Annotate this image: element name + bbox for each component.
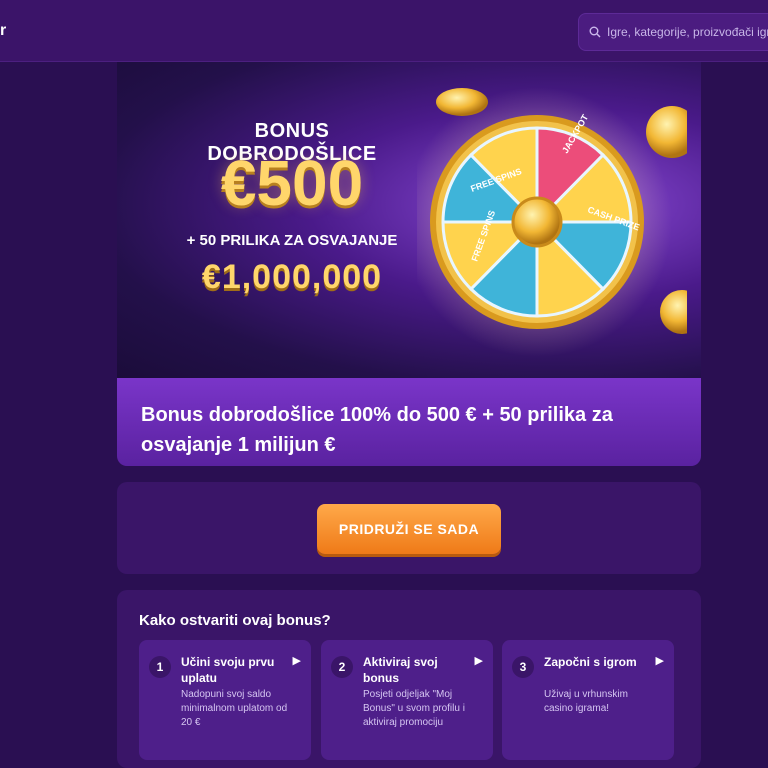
chevron-right-icon: ▶ <box>474 655 483 667</box>
step-title: Aktiviraj svoj bonus <box>363 655 438 685</box>
cta-panel: PRIDRUŽI SE SADA <box>117 482 701 574</box>
step-card-2[interactable]: 2 Aktiviraj svoj bonus Posjeti odjeljak … <box>321 640 493 760</box>
chevron-right-icon: ▶ <box>655 655 664 667</box>
search-icon <box>589 26 601 38</box>
search-input[interactable] <box>607 25 768 39</box>
step-card-1[interactable]: 1 Učini svoju prvu uplatu Nadopuni svoj … <box>139 640 311 760</box>
banner-jackpot-amount: €1,000,000 <box>201 258 383 296</box>
step-card-3[interactable]: 3 Započni s igrom Uživaj u vrhunskim cas… <box>502 640 674 760</box>
step-number: 2 <box>331 656 353 678</box>
chevron-right-icon: ▶ <box>292 655 301 667</box>
how-to-panel: Kako ostvariti ovaj bonus? 1 Učini svoju… <box>117 590 701 768</box>
gold-coin-icon <box>660 290 687 334</box>
offer-headline-panel: Bonus dobrodošlice 100% do 500 € + 50 pr… <box>117 378 701 466</box>
search-box[interactable] <box>578 13 768 51</box>
step-number: 3 <box>512 656 534 678</box>
step-description: Uživaj u vrhunskim casino igrama! <box>544 689 628 714</box>
step-title: Započni s igrom <box>544 655 637 669</box>
join-now-button[interactable]: PRIDRUŽI SE SADA <box>317 504 501 554</box>
step-description: Nadopuni svoj saldo minimalnom uplatom o… <box>181 689 288 728</box>
banner-amount: €500 <box>220 147 364 219</box>
step-description: Posjeti odjeljak "Moj Bonus" u svom prof… <box>363 689 465 728</box>
prize-wheel-illustration: JACKPOT CASH PRIZE FREE SPINS FREE SPINS <box>417 87 687 357</box>
logo[interactable]: r <box>0 22 8 40</box>
top-bar: r <box>0 0 768 62</box>
offer-headline: Bonus dobrodošlice 100% do 500 € + 50 pr… <box>141 404 613 456</box>
gold-coin-icon <box>646 106 687 158</box>
how-title: Kako ostvariti ovaj bonus? <box>139 612 331 629</box>
step-title: Učini svoju prvu uplatu <box>181 655 275 685</box>
promo-banner: BONUS DOBRODOŠLICE €500 + 50 PRILIKA ZA … <box>117 62 701 378</box>
gold-coin-icon <box>436 88 488 116</box>
banner-subtitle: + 50 PRILIKA ZA OSVAJANJE <box>186 232 398 249</box>
step-number: 1 <box>149 656 171 678</box>
